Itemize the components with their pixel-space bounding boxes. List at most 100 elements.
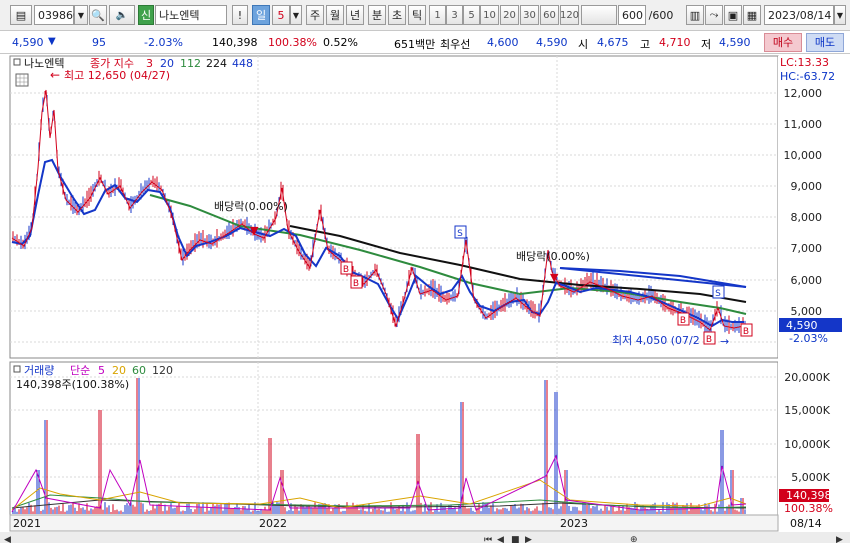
code-dropdown-button[interactable]: ▼	[74, 5, 88, 25]
x-label-2022: 2022	[259, 517, 287, 530]
data-count-total: /600	[648, 8, 674, 22]
search-icon[interactable]: 🔍	[89, 5, 107, 25]
period-month-tab[interactable]: 월	[326, 5, 344, 25]
tick-7000: 7,000	[791, 242, 823, 255]
volume-legend-ma-120: 120	[152, 364, 173, 377]
legend-name: 나노엔텍	[24, 57, 64, 70]
multiplier-dropdown[interactable]: ▼	[290, 5, 302, 25]
trade-amount: 651백만	[394, 38, 436, 51]
minute-10-button[interactable]: 10	[480, 5, 499, 25]
save-icon[interactable]: ▣	[724, 5, 742, 25]
low-label: 저	[701, 38, 712, 51]
low-price: 4,590	[719, 36, 751, 49]
period-second-tab[interactable]: 초	[388, 5, 406, 25]
hc-label: HC:-63.72	[780, 70, 835, 83]
toolbar: ▤ 039860 ▼ 🔍 🔈 신 나노엔텍 ! 일 5 ▼ 주 월 년 분 초 …	[0, 0, 850, 31]
minute-1-button[interactable]: 1	[429, 5, 446, 25]
stock-name-field[interactable]: 나노엔텍	[155, 5, 227, 25]
price-tag-value: 4,590	[786, 319, 818, 332]
minute-20-button[interactable]: 20	[500, 5, 519, 25]
high-price: 4,710	[659, 36, 691, 49]
tick-12000: 12,000	[784, 87, 823, 100]
lc-label: LC:13.33	[780, 56, 829, 69]
legend-ma-20: 20	[160, 57, 174, 70]
volume-legend-ma-60: 60	[132, 364, 146, 377]
speaker-icon[interactable]: 🔈	[109, 5, 135, 25]
data-count-input[interactable]: 600	[618, 5, 646, 25]
minute-120-button[interactable]: 120	[560, 5, 579, 25]
buy-marker: B	[353, 279, 359, 289]
ask-price: 4,600	[487, 36, 519, 49]
dividend-note-2: 배당락(0.00%)	[516, 250, 590, 263]
turnover-ratio: 0.52%	[323, 36, 358, 49]
period-year-tab[interactable]: 년	[346, 5, 364, 25]
buy-marker: B	[343, 265, 349, 275]
period-day-tab[interactable]: 일	[252, 5, 270, 25]
buy-button[interactable]: 매수	[764, 33, 802, 52]
price-change-pct: -2.03%	[144, 36, 183, 49]
tick-9000: 9,000	[791, 180, 823, 193]
open-label: 시	[578, 38, 589, 51]
buy-marker: B	[706, 335, 712, 345]
legend-ma-224: 224	[206, 57, 227, 70]
minute-30-button[interactable]: 30	[520, 5, 539, 25]
period-minute-tab[interactable]: 분	[368, 5, 386, 25]
scroll-left-icon[interactable]: ◀	[4, 535, 11, 545]
tick-6000: 6,000	[791, 274, 823, 287]
chart-area[interactable]: 12,000 11,000 10,000 9,000 8,000 7,000 6…	[0, 55, 850, 545]
period-week-tab[interactable]: 주	[306, 5, 324, 25]
price-legend: 나노엔텍 종가 지수 3 20 112 224 448	[13, 57, 253, 70]
scroll-prev-icon[interactable]: ◀	[497, 535, 504, 545]
legend-type: 종가 지수	[90, 57, 134, 70]
chart-svg[interactable]: 12,000 11,000 10,000 9,000 8,000 7,000 6…	[0, 55, 850, 545]
trade-volume: 140,398	[212, 36, 258, 49]
minute-5-button[interactable]: 5	[463, 5, 480, 25]
open-price: 4,675	[597, 36, 629, 49]
period-tick-tab[interactable]: 틱	[408, 5, 426, 25]
legend-ma-112: 112	[180, 57, 201, 70]
grid-toggle-icon[interactable]	[15, 73, 29, 87]
sell-button[interactable]: 매도	[806, 33, 844, 52]
vol-tick-5000k: 5,000K	[791, 471, 830, 484]
volume-legend-ma-20: 20	[112, 364, 126, 377]
scrollbar[interactable]	[0, 532, 850, 543]
sell-marker: S	[715, 289, 721, 299]
legend-ma-3: 3	[146, 57, 153, 70]
volume-ratio: 100.38%	[268, 36, 317, 49]
price-tag-pct: -2.03%	[789, 332, 828, 345]
volume-legend-ma-5: 5	[98, 364, 105, 377]
vol-tick-15000k: 15,000K	[784, 404, 830, 417]
volume-legend-name: 거래량	[24, 364, 54, 377]
dividend-arrow-1: ▼	[250, 224, 259, 237]
scroll-stop-icon[interactable]: ■	[511, 535, 520, 545]
scroll-next-icon[interactable]: ▶	[525, 535, 532, 545]
minute-60-button[interactable]: 60	[540, 5, 559, 25]
price-change: 95	[92, 36, 106, 49]
vol-tick-20000k: 20,000K	[784, 371, 830, 384]
period-multiplier[interactable]: 5	[272, 5, 290, 25]
tick-5000: 5,000	[791, 305, 823, 318]
high-note: 최고 12,650 (04/27)	[64, 69, 170, 82]
scroll-first-icon[interactable]: ⏮	[484, 535, 492, 545]
high-label: 고	[640, 38, 651, 51]
chart-menu-icon[interactable]: ▤	[10, 5, 32, 25]
bid-price: 4,590	[536, 36, 568, 49]
volume-tag-pct: 100.38%	[784, 502, 833, 515]
date-dropdown[interactable]: ▼	[834, 5, 846, 25]
sell-marker: S	[457, 229, 463, 239]
x-label-last: 08/14	[790, 517, 822, 530]
volume-tag-value: 140,398	[786, 489, 832, 502]
indicator-icon[interactable]: ⤳	[705, 5, 723, 25]
price-info-bar: 4,590 ▼ 95 -2.03% 140,398 100.38% 0.52% …	[0, 32, 850, 54]
period-select[interactable]	[581, 5, 617, 25]
calendar-icon[interactable]: ▦	[743, 5, 761, 25]
best-quote-label: 최우선	[440, 38, 471, 51]
date-input[interactable]: 2023/08/14	[764, 5, 834, 25]
minute-3-button[interactable]: 3	[446, 5, 463, 25]
high-arrow-icon: ←	[50, 68, 60, 82]
chart-style-icon[interactable]: ▥	[686, 5, 704, 25]
stock-code-input[interactable]: 039860	[34, 5, 80, 25]
alert-button[interactable]: !	[232, 5, 248, 25]
zoom-icon[interactable]: ⊕	[630, 535, 638, 545]
scroll-right-icon[interactable]: ▶	[836, 535, 843, 545]
